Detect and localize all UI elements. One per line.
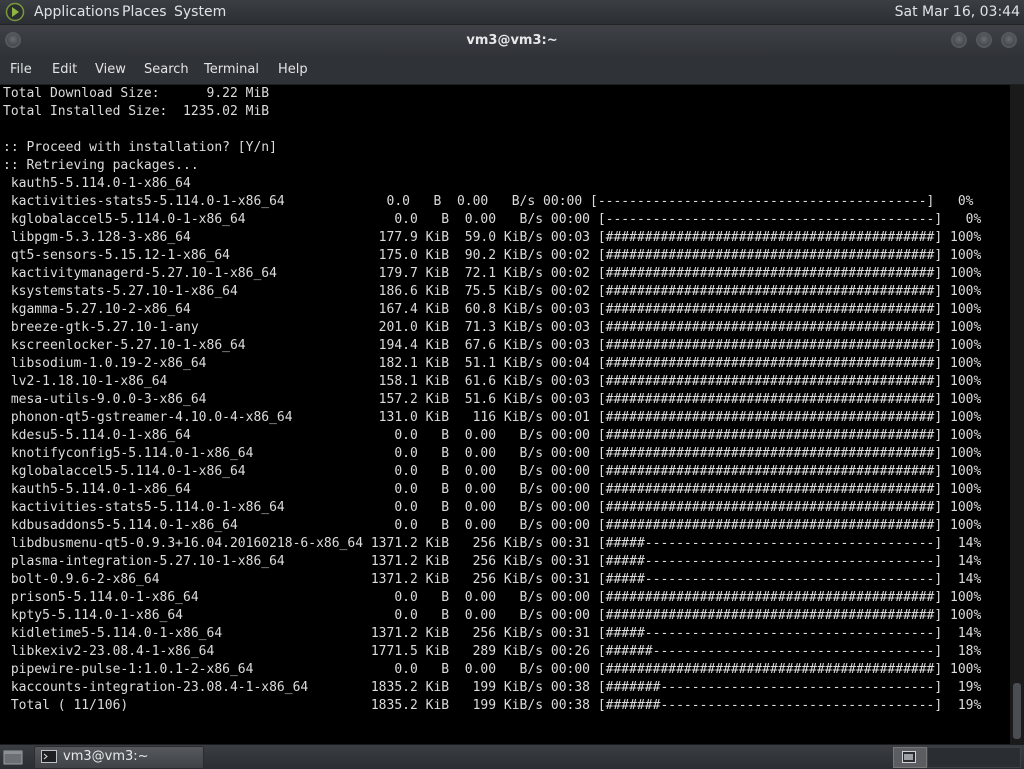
terminal-line: bolt-0.9.6-2-x86_64 1371.2 KiB 256 KiB/s…: [3, 572, 982, 587]
menu-file[interactable]: File: [10, 62, 32, 77]
terminal-line: kglobalaccel5-5.114.0-1-x86_64 0.0 B 0.0…: [3, 464, 982, 479]
menu-search[interactable]: Search: [144, 62, 189, 77]
system-menu[interactable]: System: [174, 4, 226, 20]
terminal-line: :: Proceed with installation? [Y/n]: [3, 140, 277, 155]
terminal-line: :: Retrieving packages...: [3, 158, 199, 173]
terminal-line: kscreenlocker-5.27.10-1-x86_64 194.4 KiB…: [3, 338, 982, 353]
terminal-line: kauth5-5.114.0-1-x86_64: [3, 176, 191, 191]
taskbar-terminal-button[interactable]: vm3@vm3:~: [34, 746, 204, 769]
terminal-line: kidletime5-5.114.0-1-x86_64 1371.2 KiB 2…: [3, 626, 982, 641]
workspace-icon: [902, 751, 916, 763]
workspace-1[interactable]: [893, 747, 927, 768]
terminal-line: kauth5-5.114.0-1-x86_64 0.0 B 0.00 B/s 0…: [3, 482, 982, 497]
terminal-line: pipewire-pulse-1:1.0.1-2-x86_64 0.0 B 0.…: [3, 662, 982, 677]
menu-edit[interactable]: Edit: [52, 62, 77, 77]
terminal-line: kactivities-stats5-5.114.0-1-x86_64 0.0 …: [3, 194, 974, 209]
top-panel: Applications Places System Sat Mar 16, 0…: [0, 0, 1024, 24]
clock[interactable]: Sat Mar 16, 03:44: [895, 4, 1020, 20]
terminal-line: kpty5-5.114.0-1-x86_64 0.0 B 0.00 B/s 00…: [3, 608, 982, 623]
terminal-line: kglobalaccel5-5.114.0-1-x86_64 0.0 B 0.0…: [3, 212, 982, 227]
places-menu[interactable]: Places: [122, 4, 167, 20]
close-button[interactable]: [1001, 32, 1017, 48]
terminal-line: libkexiv2-23.08.4-1-x86_64 1771.5 KiB 28…: [3, 644, 982, 659]
terminal-line: lv2-1.18.10-1-x86_64 158.1 KiB 61.6 KiB/…: [3, 374, 982, 389]
minimize-button[interactable]: [951, 32, 967, 48]
terminal-line: libpgm-5.3.128-3-x86_64 177.9 KiB 59.0 K…: [3, 230, 982, 245]
terminal-line: libdbusmenu-qt5-0.9.3+16.04.20160218-6-x…: [3, 536, 982, 551]
terminal-line: Total ( 11/106) 1835.2 KiB 199 KiB/s 00:…: [3, 698, 982, 713]
terminal-line: knotifyconfig5-5.114.0-1-x86_64 0.0 B 0.…: [3, 446, 982, 461]
terminal-line: breeze-gtk-5.27.10-1-any 201.0 KiB 71.3 …: [3, 320, 982, 335]
window-titlebar[interactable]: vm3@vm3:~: [0, 24, 1024, 57]
terminal-line: plasma-integration-5.27.10-1-x86_64 1371…: [3, 554, 982, 569]
terminal-line: qt5-sensors-5.15.12-1-x86_64 175.0 KiB 9…: [3, 248, 982, 263]
bottom-panel: vm3@vm3:~: [0, 744, 1024, 769]
terminal-output[interactable]: Total Download Size: 9.22 MiB Total Inst…: [3, 85, 981, 715]
terminal-line: kgamma-5.27.10-2-x86_64 167.4 KiB 60.8 K…: [3, 302, 982, 317]
window-title: vm3@vm3:~: [466, 33, 558, 48]
terminal-line: kactivities-stats5-5.114.0-1-x86_64 0.0 …: [3, 500, 982, 515]
terminal-line: Total Download Size: 9.22 MiB: [3, 86, 270, 101]
distro-logo-icon[interactable]: [5, 2, 25, 22]
terminal-line: kaccounts-integration-23.08.4-1-x86_64 1…: [3, 680, 982, 695]
terminal-line: ksystemstats-5.27.10-1-x86_64 186.6 KiB …: [3, 284, 982, 299]
terminal-area[interactable]: Total Download Size: 9.22 MiB Total Inst…: [0, 85, 1010, 744]
terminal-line: phonon-qt5-gstreamer-4.10.0-4-x86_64 131…: [3, 410, 982, 425]
taskbar-task-label: vm3@vm3:~: [63, 749, 149, 764]
terminal-scrollbar[interactable]: [1010, 85, 1024, 744]
menubar: File Edit View Search Terminal Help: [0, 56, 1024, 85]
terminal-line: mesa-utils-9.0.0-3-x86_64 157.2 KiB 51.6…: [3, 392, 982, 407]
menu-help[interactable]: Help: [278, 62, 308, 77]
applications-menu[interactable]: Applications: [34, 4, 120, 20]
terminal-icon: [41, 750, 57, 763]
scrollbar-thumb[interactable]: [1013, 683, 1021, 739]
menu-view[interactable]: View: [95, 62, 126, 77]
workspace-2[interactable]: [927, 747, 1021, 768]
terminal-line: prison5-5.114.0-1-x86_64 0.0 B 0.00 B/s …: [3, 590, 982, 605]
terminal-line: libsodium-1.0.19-2-x86_64 182.1 KiB 51.1…: [3, 356, 982, 371]
maximize-button[interactable]: [976, 32, 992, 48]
terminal-line: kdesu5-5.114.0-1-x86_64 0.0 B 0.00 B/s 0…: [3, 428, 982, 443]
terminal-line: Total Installed Size: 1235.02 MiB: [3, 104, 270, 119]
terminal-line: kdbusaddons5-5.114.0-1-x86_64 0.0 B 0.00…: [3, 518, 982, 533]
show-desktop-icon[interactable]: [3, 748, 23, 766]
menu-terminal[interactable]: Terminal: [204, 62, 259, 77]
terminal-line: kactivitymanagerd-5.27.10-1-x86_64 179.7…: [3, 266, 982, 281]
